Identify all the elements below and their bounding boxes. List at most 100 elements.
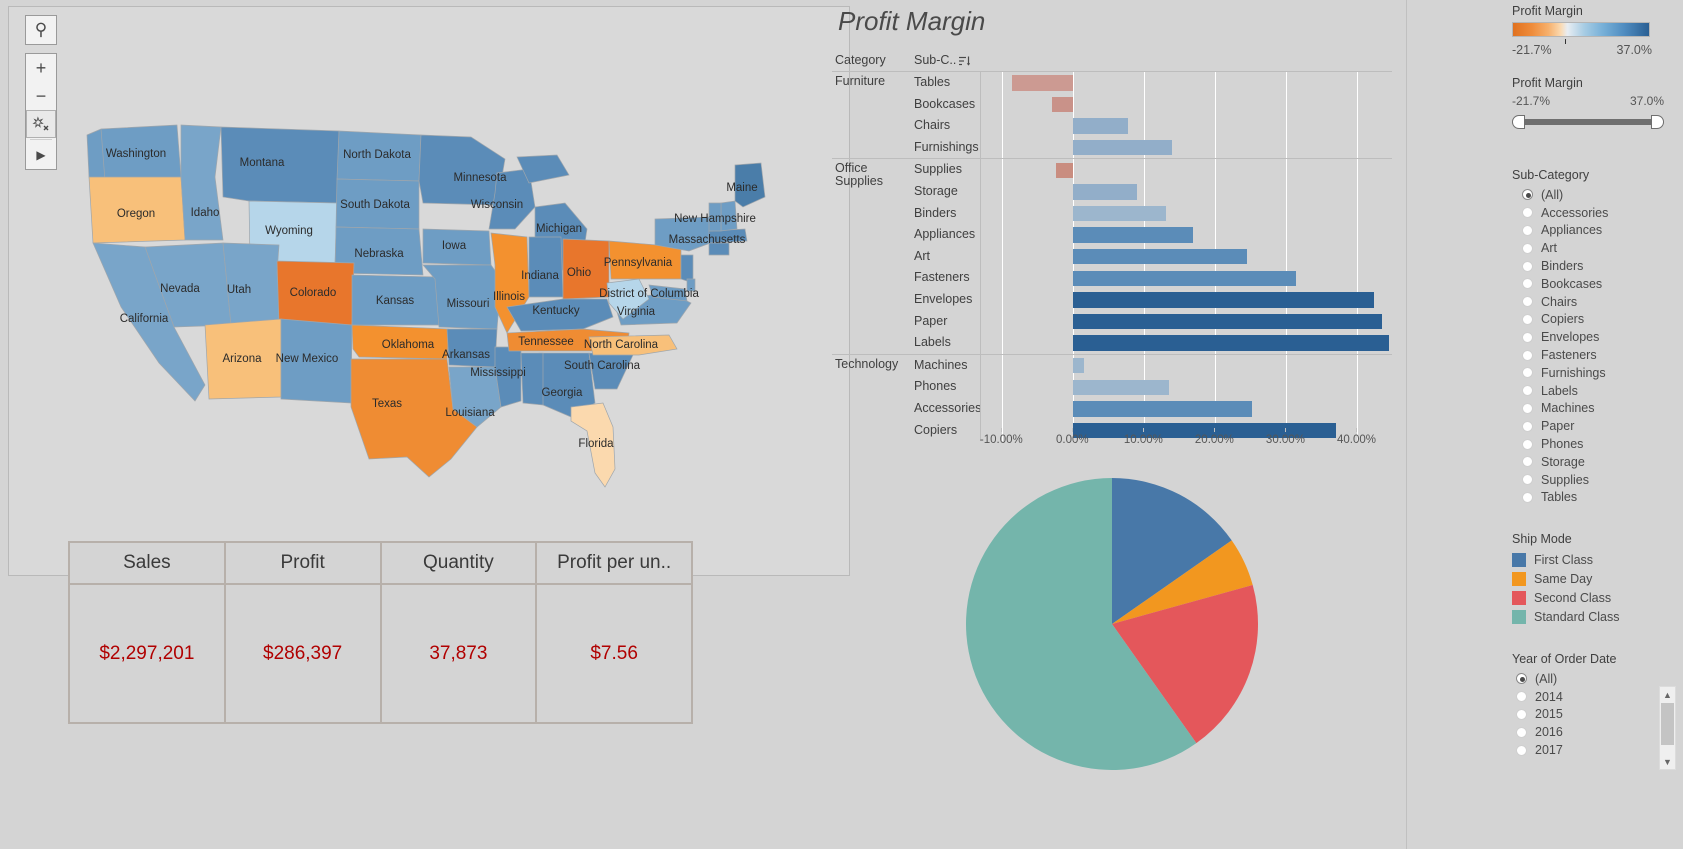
- radio-button[interactable]: [1522, 474, 1533, 486]
- bar[interactable]: [1073, 270, 1297, 287]
- radio-button[interactable]: [1516, 744, 1527, 756]
- radio-button[interactable]: [1522, 242, 1533, 254]
- sub-category-option[interactable]: Bookcases: [1512, 275, 1672, 293]
- sub-category-option[interactable]: (All): [1512, 186, 1672, 204]
- year-option[interactable]: 2014: [1506, 688, 1676, 706]
- radio-button[interactable]: [1522, 224, 1533, 236]
- sub-category-option[interactable]: Storage: [1512, 453, 1672, 471]
- ship-mode-items[interactable]: First Class Same Day Second Class Standard …: [1512, 550, 1672, 626]
- sub-category-option[interactable]: Furnishings: [1512, 364, 1672, 382]
- zoom-in-icon[interactable]: +: [26, 54, 56, 82]
- state-minnesota[interactable]: [418, 134, 506, 206]
- year-option[interactable]: (All): [1506, 670, 1676, 688]
- scroll-up-icon[interactable]: ▲: [1660, 687, 1675, 702]
- map-zoom-group[interactable]: + − ▶: [25, 53, 57, 170]
- sub-category-option[interactable]: Labels: [1512, 382, 1672, 400]
- bar[interactable]: [1073, 379, 1170, 395]
- bar[interactable]: [1073, 118, 1129, 134]
- radio-button[interactable]: [1522, 349, 1533, 361]
- bar[interactable]: [1073, 139, 1173, 156]
- bar-row[interactable]: Machines: [832, 354, 1392, 377]
- bar[interactable]: [1073, 205, 1166, 222]
- profit-margin-range-slider[interactable]: [1512, 114, 1664, 130]
- map-states[interactable]: [86, 124, 766, 488]
- bar-row[interactable]: Supplies: [832, 159, 1392, 181]
- bar-row[interactable]: Tables: [832, 72, 1392, 94]
- zoom-out-icon[interactable]: −: [26, 82, 56, 110]
- sub-category-options[interactable]: (All) Accessories Appliances Art Binders Book…: [1512, 186, 1672, 506]
- ship-mode-legend-item[interactable]: Standard Class: [1512, 607, 1672, 626]
- bar-row[interactable]: Chairs: [832, 115, 1392, 137]
- bar-chart-rows[interactable]: Furniture Tables Bookcases Chairs Furnishing…: [832, 72, 1392, 442]
- year-options[interactable]: (All) 2014 2015 2016 2017 ▲ ▼: [1506, 670, 1676, 770]
- year-filter-scrollbar[interactable]: ▲ ▼: [1659, 686, 1676, 770]
- bar-row[interactable]: Appliances: [832, 224, 1392, 246]
- bar[interactable]: [1073, 292, 1374, 308]
- kpi-summary-table[interactable]: Sales Profit Quantity Profit per un.. $2,29…: [68, 541, 693, 724]
- ship-mode-legend[interactable]: Ship Mode First Class Same Day Second Clas…: [1512, 532, 1672, 626]
- pan-play-icon[interactable]: ▶: [26, 141, 56, 169]
- radio-button[interactable]: [1522, 367, 1533, 379]
- bar[interactable]: [1073, 248, 1247, 265]
- ship-mode-legend-item[interactable]: Second Class: [1512, 588, 1672, 607]
- radio-button[interactable]: [1522, 456, 1533, 468]
- scroll-down-icon[interactable]: ▼: [1660, 754, 1675, 769]
- radio-button[interactable]: [1522, 438, 1533, 450]
- radio-button[interactable]: [1522, 402, 1533, 414]
- state-idaho[interactable]: [180, 124, 224, 241]
- bar[interactable]: [1055, 162, 1074, 179]
- bar-row[interactable]: Paper: [832, 310, 1392, 333]
- bar-row[interactable]: Art: [832, 245, 1392, 268]
- map-panel[interactable]: ⚲ + − ▶ Washington Oregon Idaho Montana …: [8, 6, 850, 576]
- bar[interactable]: [1073, 227, 1194, 243]
- usa-choropleth-map[interactable]: Washington Oregon Idaho Montana Wyoming North…: [9, 7, 851, 577]
- sub-category-option[interactable]: Paper: [1512, 417, 1672, 435]
- radio-button[interactable]: [1522, 296, 1533, 308]
- bar[interactable]: [1012, 75, 1074, 91]
- bar-row[interactable]: Phones: [832, 376, 1392, 398]
- bar-row[interactable]: Accessories: [832, 397, 1392, 420]
- radio-button[interactable]: [1516, 708, 1527, 720]
- radio-button[interactable]: [1522, 260, 1533, 272]
- bar-row[interactable]: Envelopes: [832, 288, 1392, 311]
- ship-mode-legend-item[interactable]: First Class: [1512, 550, 1672, 569]
- bar-row[interactable]: Storage: [832, 180, 1392, 203]
- slider-track[interactable]: [1512, 119, 1664, 125]
- pie-slices[interactable]: [965, 478, 1258, 770]
- radio-button[interactable]: [1516, 726, 1527, 738]
- state-indiana[interactable]: [528, 236, 564, 298]
- bar[interactable]: [1073, 335, 1389, 351]
- ship-mode-pie-chart[interactable]: [965, 478, 1258, 770]
- pie-svg[interactable]: [965, 478, 1258, 770]
- radio-button[interactable]: [1522, 278, 1533, 290]
- clear-selection-icon[interactable]: [26, 110, 56, 138]
- sub-category-option[interactable]: Chairs: [1512, 293, 1672, 311]
- sub-category-option[interactable]: Supplies: [1512, 471, 1672, 489]
- radio-button[interactable]: [1522, 420, 1533, 432]
- state-arkansas[interactable]: [446, 328, 498, 368]
- profit-margin-filter[interactable]: Profit Margin -21.7% 37.0%: [1512, 76, 1667, 130]
- radio-button[interactable]: [1522, 331, 1533, 343]
- sub-category-option[interactable]: Fasteners: [1512, 346, 1672, 364]
- year-option[interactable]: 2017: [1506, 741, 1676, 759]
- sub-category-option[interactable]: Tables: [1512, 489, 1672, 507]
- bar-row[interactable]: Bookcases: [832, 93, 1392, 116]
- scrollbar-thumb[interactable]: [1661, 703, 1674, 745]
- radio-button[interactable]: [1516, 673, 1527, 685]
- year-option[interactable]: 2015: [1506, 706, 1676, 724]
- year-of-order-date-filter[interactable]: Year of Order Date (All) 2014 2015 2016 2017…: [1506, 652, 1676, 770]
- ship-mode-legend-item[interactable]: Same Day: [1512, 569, 1672, 588]
- bar-row[interactable]: Binders: [832, 202, 1392, 225]
- slider-handle-min[interactable]: [1512, 115, 1525, 129]
- sub-category-option[interactable]: Copiers: [1512, 311, 1672, 329]
- bar[interactable]: [1073, 357, 1084, 374]
- radio-button[interactable]: [1522, 313, 1533, 325]
- search-icon[interactable]: ⚲: [26, 16, 56, 44]
- bar[interactable]: [1073, 313, 1382, 330]
- sub-category-option[interactable]: Appliances: [1512, 222, 1672, 240]
- radio-button[interactable]: [1522, 491, 1533, 503]
- sort-icon[interactable]: [958, 54, 971, 72]
- sub-category-option[interactable]: Accessories: [1512, 204, 1672, 222]
- bar[interactable]: [1073, 401, 1252, 417]
- year-option[interactable]: 2016: [1506, 723, 1676, 741]
